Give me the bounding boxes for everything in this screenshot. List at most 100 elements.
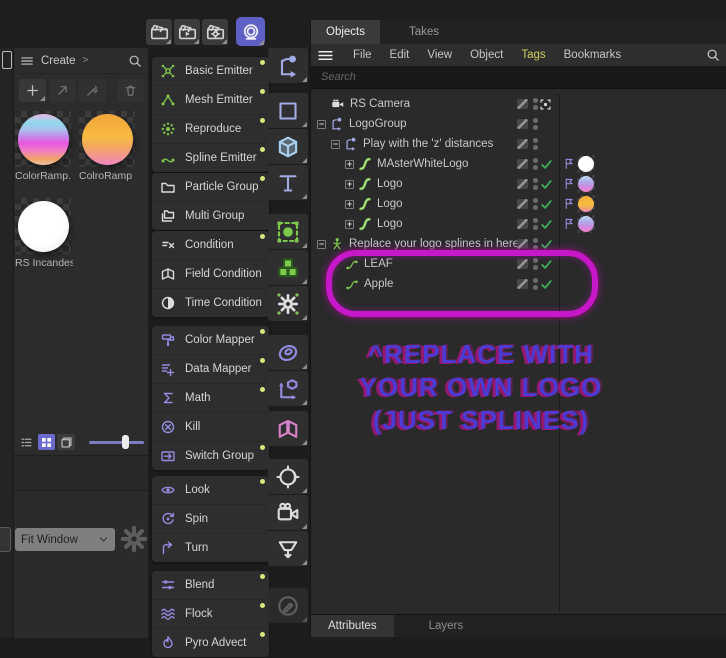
tree-row-logo[interactable]: + Logo (311, 194, 726, 214)
gear-tool-button[interactable] (268, 286, 308, 321)
menu-item-pyro-advect[interactable]: Pyro Advect (152, 628, 269, 657)
visibility-dots[interactable] (533, 98, 538, 110)
edit-toggle[interactable] (517, 239, 528, 249)
text-tool-button[interactable] (268, 165, 308, 200)
menu-item-turn[interactable]: Turn (152, 533, 269, 562)
edit-toggle[interactable] (517, 159, 528, 169)
plane-tool-button[interactable] (268, 93, 308, 128)
layer-view-button[interactable] (57, 434, 76, 450)
collapse-expander[interactable]: − (317, 239, 326, 249)
fit-window-dropdown[interactable]: Fit Window (15, 528, 115, 551)
visibility-dots[interactable] (533, 158, 538, 170)
material-tag[interactable] (577, 175, 595, 193)
edit-toggle[interactable] (517, 139, 528, 149)
cube-tool-button[interactable] (268, 129, 308, 164)
visibility-dots[interactable] (533, 178, 538, 190)
grid-view-button[interactable] (37, 434, 56, 450)
plus-button[interactable] (19, 79, 46, 102)
emitter-tool-button[interactable] (268, 214, 308, 249)
hamburger-icon[interactable] (317, 47, 334, 64)
menu-item-blend[interactable]: Blend (152, 571, 269, 599)
tab-objects[interactable]: Objects (311, 20, 380, 44)
menu-item-switch-group[interactable]: Switch Group (152, 441, 269, 470)
visibility-dots[interactable] (533, 138, 538, 150)
menu-object[interactable]: Object (461, 49, 512, 61)
clapperboard-gear-button[interactable] (202, 19, 228, 45)
menu-item-condition[interactable]: Condition (152, 231, 269, 259)
menu-item-multi-group[interactable]: Multi Group (152, 201, 269, 230)
edit-toggle[interactable] (517, 99, 528, 109)
clapperboard-button[interactable] (146, 19, 172, 45)
trash-button[interactable] (117, 79, 144, 102)
menu-item-reproduce[interactable]: Reproduce (152, 114, 269, 143)
menu-item-kill[interactable]: Kill (152, 412, 269, 441)
tree-row-logo[interactable]: + Logo (311, 214, 726, 234)
menu-edit[interactable]: Edit (381, 49, 419, 61)
edit-toggle[interactable] (517, 119, 528, 129)
gear-icon[interactable] (120, 525, 148, 553)
expand-expander[interactable]: + (345, 199, 354, 209)
collapse-expander[interactable]: − (317, 119, 326, 129)
menu-item-color-mapper[interactable]: Color Mapper (152, 326, 269, 354)
expand-expander[interactable]: + (345, 159, 354, 169)
search-icon[interactable] (706, 48, 720, 62)
menu-item-field-condition[interactable]: Field Condition (152, 259, 269, 288)
instance-tool-button[interactable] (268, 371, 308, 406)
collapse-expander[interactable]: − (331, 139, 340, 149)
menu-item-spin[interactable]: Spin (152, 504, 269, 533)
menu-item-time-condition[interactable]: Time Condition (152, 288, 269, 317)
tree-row-logo[interactable]: + Logo (311, 174, 726, 194)
tree-row-masterwhitelogo[interactable]: + MAsterWhiteLogo (311, 154, 726, 174)
arrow-up-right-button[interactable] (49, 79, 76, 102)
visibility-dots[interactable] (533, 118, 538, 130)
menu-item-data-mapper[interactable]: Data Mapper (152, 354, 269, 383)
edit-toggle[interactable] (517, 179, 528, 189)
render-active-button[interactable] (236, 17, 265, 46)
camera-tool-button[interactable] (268, 495, 308, 530)
locked-pen-tool-button[interactable] (268, 588, 308, 623)
menu-item-look[interactable]: Look (152, 476, 269, 504)
menu-item-particle-group[interactable]: Particle Group (152, 173, 269, 201)
slider-knob[interactable] (122, 435, 130, 449)
clapperboard-play-button[interactable] (174, 19, 200, 45)
menu-item-flock[interactable]: Flock (152, 599, 269, 628)
sweep-tool-button[interactable] (268, 335, 308, 370)
tab-layers[interactable]: Layers (412, 615, 481, 637)
tab-takes[interactable]: Takes (394, 20, 454, 44)
tree-row-rs-camera[interactable]: RS Camera (311, 94, 726, 114)
material-swatch-colorramp[interactable]: ColorRamp. (15, 111, 73, 182)
material-swatch-colroramp[interactable]: ColroRamp (79, 111, 137, 182)
sky-tool-button[interactable] (268, 459, 308, 494)
search-icon[interactable] (128, 54, 142, 68)
stepper-partial[interactable] (0, 527, 11, 552)
tree-row-logogroup[interactable]: − LogoGroup (311, 114, 726, 134)
edit-toggle[interactable] (517, 199, 528, 209)
hamburger-icon[interactable] (20, 54, 34, 68)
menu-item-basic-emitter[interactable]: Basic Emitter (152, 57, 269, 85)
visibility-dots[interactable] (533, 198, 538, 210)
expand-expander[interactable]: + (345, 219, 354, 229)
menu-item-math[interactable]: Math (152, 383, 269, 412)
move-tool-button[interactable] (268, 48, 308, 83)
visibility-dots[interactable] (533, 218, 538, 230)
material-swatch-rs-incandes[interactable]: RS Incandes (15, 198, 73, 269)
menu-item-spline-emitter[interactable]: Spline Emitter (152, 143, 269, 172)
list-view-button[interactable] (18, 434, 36, 450)
thumbnail-size-slider[interactable] (89, 435, 144, 449)
search-input[interactable]: Search (311, 66, 726, 89)
expand-expander[interactable]: + (345, 179, 354, 189)
menu-file[interactable]: File (344, 49, 381, 61)
menu-item-mesh-emitter[interactable]: Mesh Emitter (152, 85, 269, 114)
tab-attributes[interactable]: Attributes (311, 615, 394, 637)
create-panel-title[interactable]: Create (41, 55, 76, 67)
menu-bookmarks[interactable]: Bookmarks (555, 49, 631, 61)
chevron-right-icon[interactable]: > (83, 55, 89, 66)
material-tag[interactable] (577, 155, 595, 173)
eyedropper-button[interactable] (79, 79, 106, 102)
edit-toggle[interactable] (517, 219, 528, 229)
cluster-tool-button[interactable] (268, 250, 308, 285)
tree-row-play-with-the-z-distances[interactable]: − Play with the 'z' distances (311, 134, 726, 154)
stage-tool-button[interactable] (268, 531, 308, 566)
menu-tags[interactable]: Tags (512, 49, 554, 61)
material-tag[interactable] (577, 195, 595, 213)
